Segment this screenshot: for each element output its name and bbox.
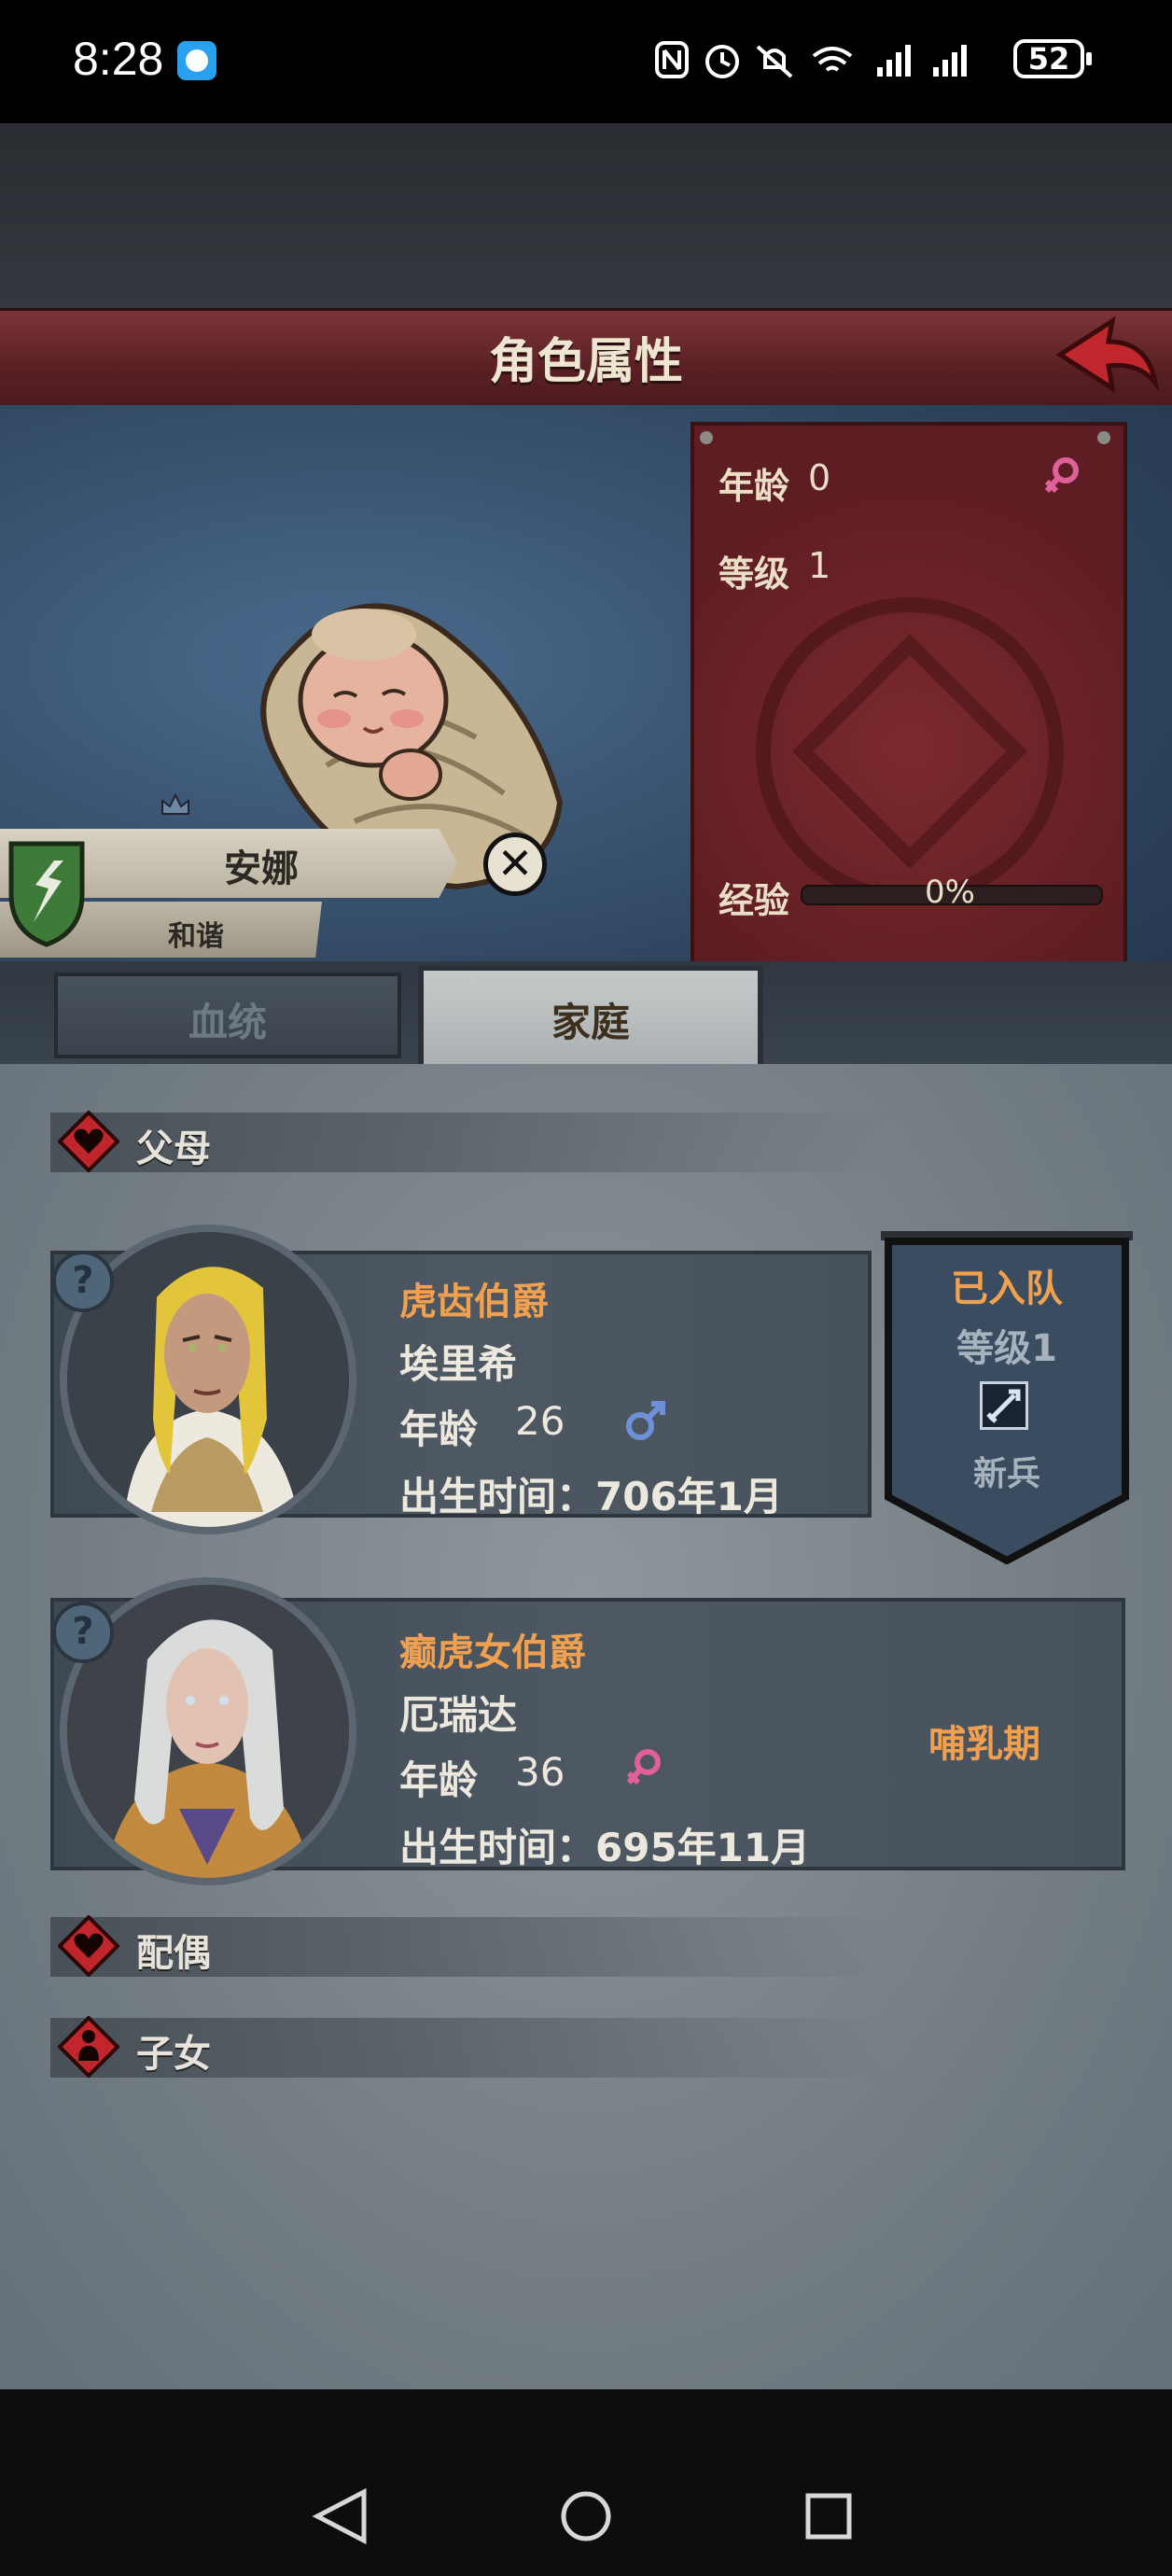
heart-icon — [58, 1111, 119, 1172]
back-button[interactable] — [1051, 314, 1163, 399]
app-notification-icon — [177, 41, 216, 80]
mute-icon — [756, 45, 793, 78]
top-backdrop — [0, 123, 1172, 310]
section-children-label: 子女 — [136, 2033, 211, 2076]
father-age: 26 — [515, 1398, 565, 1444]
tab-family-label: 家庭 — [551, 1000, 630, 1045]
nfc-glyph — [663, 49, 681, 71]
wifi-icon — [812, 47, 853, 72]
pin-icon — [1097, 431, 1110, 444]
dismiss-button[interactable]: ✕ — [483, 833, 547, 896]
back-arrow-icon — [1055, 315, 1160, 394]
section-parents-label: 父母 — [136, 1127, 211, 1170]
section-spouse-label: 配偶 — [136, 1932, 211, 1975]
father-age-label: 年龄 — [399, 1407, 479, 1452]
status-clock: 8:28 — [73, 33, 164, 85]
signal-icon — [877, 45, 911, 77]
help-icon[interactable]: ? — [52, 1602, 114, 1663]
status-icons — [655, 41, 967, 78]
character-name: 安娜 — [224, 847, 299, 890]
father-title: 虎齿伯爵 — [399, 1281, 549, 1323]
mother-age-label: 年龄 — [399, 1757, 479, 1803]
male-icon — [626, 1401, 665, 1440]
tab-bloodline-label: 血统 — [188, 1000, 267, 1045]
nav-home-button[interactable] — [545, 2473, 629, 2557]
age-value: 0 — [808, 457, 831, 498]
heart-icon — [58, 1915, 119, 1977]
female-icon — [1044, 457, 1079, 494]
celtic-knot-emblem — [756, 597, 1064, 905]
help-icon[interactable]: ? — [52, 1251, 114, 1312]
recruit-level: 等级1 — [956, 1327, 1057, 1370]
faction-shield-icon[interactable] — [7, 838, 86, 948]
signal-icon — [933, 45, 967, 77]
mother-name: 厄瑞达 — [399, 1692, 518, 1738]
mother-title: 癫虎女伯爵 — [399, 1631, 586, 1674]
sword-icon — [980, 1381, 1028, 1430]
father-birth: 出生时间：706年1月 — [399, 1474, 783, 1519]
mother-birth: 出生时间：695年11月 — [399, 1825, 811, 1870]
age-label: 年龄 — [719, 466, 790, 507]
battery-icon: 52 — [1013, 39, 1092, 78]
page-title: 角色属性 — [488, 334, 683, 390]
level-value: 1 — [808, 545, 831, 586]
character-trait[interactable]: 和谐 — [56, 913, 336, 954]
pin-icon — [700, 431, 713, 444]
crown-marker-icon — [161, 792, 189, 815]
father-name: 埃里希 — [399, 1341, 518, 1387]
female-icon — [626, 1749, 661, 1785]
exp-percent: 0% — [925, 874, 975, 911]
exp-label: 经验 — [719, 880, 790, 921]
recruit-rank: 新兵 — [972, 1455, 1040, 1493]
mother-status: 哺乳期 — [928, 1723, 1040, 1766]
status-bar — [0, 0, 1172, 123]
nav-recents-button[interactable] — [786, 2473, 870, 2557]
child-icon — [58, 2016, 119, 2078]
mother-age: 36 — [515, 1749, 565, 1795]
recruit-status: 已入队 — [951, 1267, 1063, 1310]
level-label: 等级 — [719, 553, 790, 595]
nav-back-button[interactable] — [308, 2473, 392, 2557]
